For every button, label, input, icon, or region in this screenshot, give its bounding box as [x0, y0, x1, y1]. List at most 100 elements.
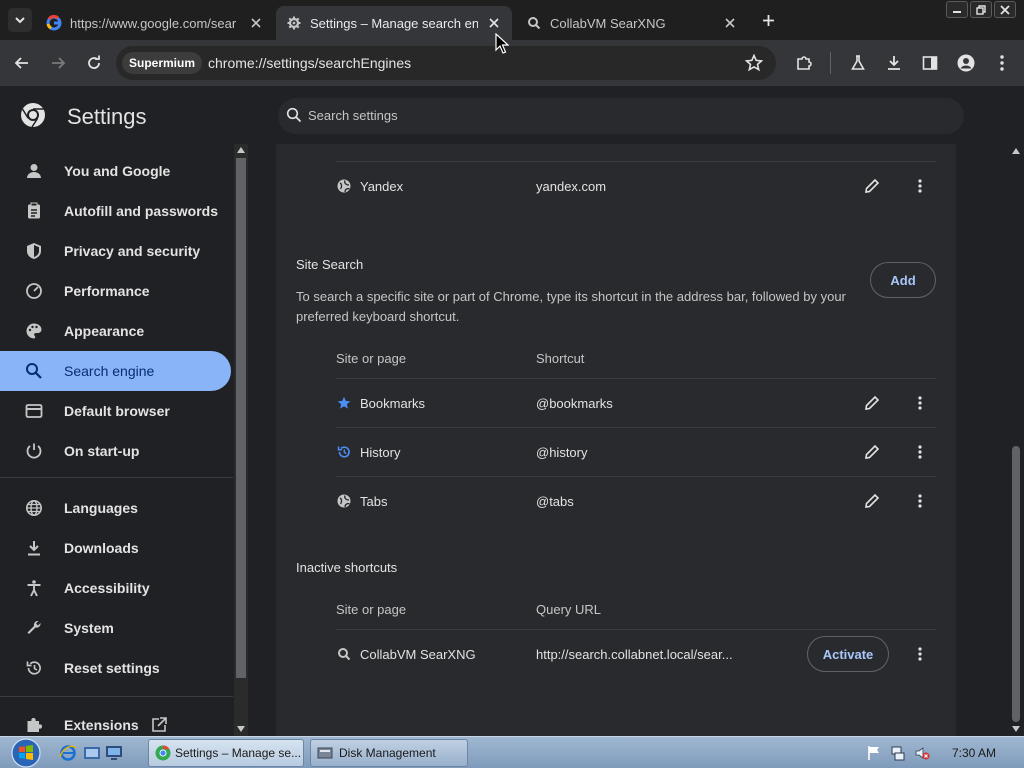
- monitor-icon[interactable]: [104, 743, 124, 763]
- taskbar-item-settings[interactable]: Settings – Manage se...: [148, 739, 304, 767]
- chrome-logo-icon: [20, 102, 46, 128]
- sidebar-scrollbar[interactable]: [234, 144, 248, 736]
- engine-name: Yandex: [360, 179, 404, 194]
- tab-strip: https://www.google.com/sear Settings – M…: [0, 0, 1024, 40]
- download-icon: [888, 56, 900, 70]
- side-panel-button[interactable]: [918, 51, 942, 75]
- site-search-description: To search a specific site or part of Chr…: [296, 289, 846, 324]
- sidebar-item-performance[interactable]: Performance: [0, 271, 231, 311]
- explorer-icon[interactable]: [82, 743, 102, 763]
- sidebar-item-extensions[interactable]: Extensions: [0, 705, 231, 736]
- profile-button[interactable]: [954, 51, 978, 75]
- more-actions-button[interactable]: [908, 440, 932, 464]
- sidebar-item-appearance[interactable]: Appearance: [0, 311, 231, 351]
- google-icon: [46, 15, 62, 31]
- more-vert-icon: [918, 494, 922, 508]
- profile-chip[interactable]: Supermium: [122, 52, 203, 74]
- sidebar-item-system[interactable]: System: [0, 608, 231, 648]
- bookmark-star-button[interactable]: [742, 51, 766, 75]
- more-vert-icon: [918, 445, 922, 459]
- network-icon[interactable]: [890, 745, 906, 761]
- site-shortcut: @history: [536, 445, 588, 460]
- more-vert-icon: [1000, 55, 1004, 71]
- page-scroll-thumb[interactable]: [1012, 446, 1020, 722]
- sidebar-item-accessibility[interactable]: Accessibility: [0, 568, 231, 608]
- wrench-icon: [24, 618, 44, 638]
- start-button[interactable]: [8, 737, 44, 768]
- close-window-button[interactable]: [994, 1, 1016, 18]
- sidebar-item-you-and-google[interactable]: You and Google: [0, 151, 231, 191]
- more-actions-button[interactable]: [908, 174, 932, 198]
- reload-button[interactable]: [82, 51, 106, 75]
- row-divider: [336, 378, 936, 379]
- edit-button[interactable]: [860, 174, 884, 198]
- tab-title: Settings – Manage search engi: [310, 15, 478, 31]
- page-scrollbar[interactable]: [1008, 144, 1024, 736]
- star-icon: [336, 395, 352, 411]
- sidebar-item-autofill[interactable]: Autofill and passwords: [0, 191, 231, 231]
- settings-search-input[interactable]: Search settings: [278, 98, 964, 134]
- add-site-search-button[interactable]: Add: [870, 262, 936, 298]
- more-actions-button[interactable]: [908, 391, 932, 415]
- search-placeholder: Search settings: [308, 108, 398, 123]
- sidebar-scroll-thumb[interactable]: [236, 158, 246, 678]
- sidebar-item-search-engine[interactable]: Search engine: [0, 351, 231, 391]
- sidebar-item-label: Search engine: [64, 363, 155, 379]
- sidebar: You and Google Autofill and passwords Pr…: [0, 144, 234, 736]
- globe-icon: [336, 178, 352, 194]
- more-actions-button[interactable]: [908, 489, 932, 513]
- sidebar-item-reset-settings[interactable]: Reset settings: [0, 648, 231, 688]
- sidebar-item-privacy[interactable]: Privacy and security: [0, 231, 231, 271]
- sidebar-item-downloads[interactable]: Downloads: [0, 528, 231, 568]
- taskbar-item-disk-management[interactable]: Disk Management: [310, 739, 468, 767]
- gauge-icon: [24, 281, 44, 301]
- sidebar-item-label: Accessibility: [64, 580, 150, 596]
- edit-button[interactable]: [860, 391, 884, 415]
- downloads-button[interactable]: [882, 51, 906, 75]
- tab-google[interactable]: https://www.google.com/sear: [36, 6, 274, 40]
- edit-button[interactable]: [860, 489, 884, 513]
- plus-icon: [762, 14, 774, 26]
- site-shortcut: @bookmarks: [536, 396, 613, 411]
- menu-button[interactable]: [990, 51, 1014, 75]
- close-icon[interactable]: [248, 15, 264, 31]
- labs-button[interactable]: [846, 51, 870, 75]
- sidebar-item-languages[interactable]: Languages: [0, 488, 231, 528]
- clipboard-icon: [24, 201, 44, 221]
- tab-settings[interactable]: Settings – Manage search engi: [276, 6, 512, 40]
- search-engines-card: Yandex yandex.com Site Search To search …: [276, 144, 956, 736]
- tab-searxng[interactable]: CollabVM SearXNG: [516, 6, 748, 40]
- restore-button[interactable]: [970, 1, 992, 18]
- edit-button[interactable]: [860, 440, 884, 464]
- activate-button[interactable]: Activate: [807, 636, 889, 672]
- new-tab-button[interactable]: [756, 8, 780, 32]
- close-icon[interactable]: [722, 15, 738, 31]
- sidebar-item-label: Default browser: [64, 403, 170, 419]
- url-text[interactable]: chrome://settings/searchEngines: [208, 55, 411, 71]
- ie-icon[interactable]: [58, 743, 78, 763]
- window-controls: [946, 1, 1016, 18]
- forward-button[interactable]: [46, 51, 70, 75]
- scroll-down-icon[interactable]: [237, 726, 245, 732]
- open-in-new-icon: [151, 717, 167, 733]
- sidebar-item-label: Performance: [64, 283, 150, 299]
- site-name: Tabs: [360, 494, 388, 509]
- volume-muted-icon[interactable]: [914, 745, 930, 761]
- flag-icon[interactable]: [866, 745, 882, 761]
- extensions-button[interactable]: [792, 51, 816, 75]
- back-button[interactable]: [10, 51, 34, 75]
- sidebar-item-label: Privacy and security: [64, 243, 201, 259]
- scroll-up-icon[interactable]: [237, 147, 245, 153]
- sidebar-item-label: You and Google: [64, 163, 171, 179]
- tab-search-button[interactable]: [8, 8, 32, 32]
- more-actions-button[interactable]: [908, 642, 932, 666]
- scroll-down-icon[interactable]: [1012, 726, 1020, 732]
- scroll-up-icon[interactable]: [1012, 148, 1020, 154]
- sidebar-item-default-browser[interactable]: Default browser: [0, 391, 231, 431]
- column-header-shortcut: Shortcut: [536, 351, 585, 366]
- minimize-button[interactable]: [946, 1, 968, 18]
- sidebar-item-label: Downloads: [64, 540, 139, 556]
- sidebar-item-on-start-up[interactable]: On start-up: [0, 431, 231, 471]
- close-icon[interactable]: [486, 15, 502, 31]
- sidebar-item-label: Extensions: [64, 717, 139, 733]
